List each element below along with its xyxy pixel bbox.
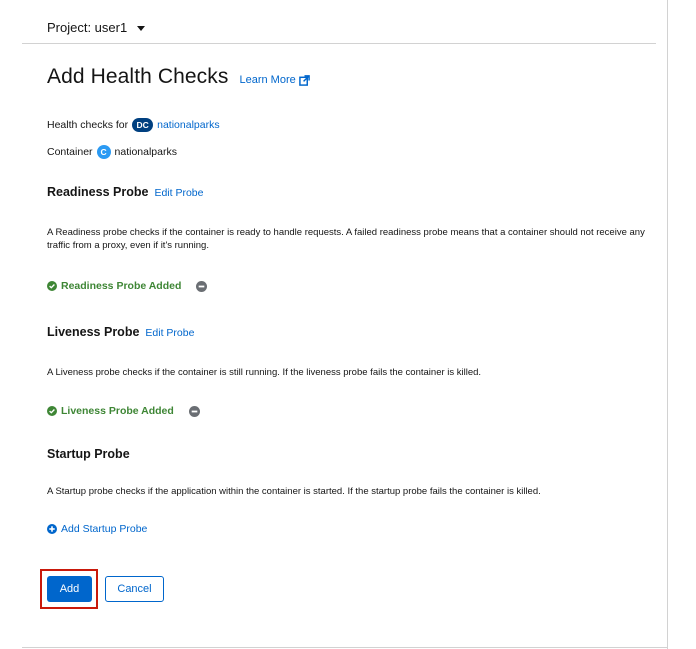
liveness-probe-title: Liveness Probe: [47, 325, 140, 339]
project-divider: [22, 43, 656, 44]
health-checks-for-row: Health checks for DC nationalparks: [47, 118, 220, 132]
liveness-status-label: Liveness Probe Added: [61, 405, 174, 417]
container-badge: C: [96, 145, 111, 159]
check-circle-icon: [47, 406, 57, 416]
learn-more-link[interactable]: Learn More: [239, 74, 310, 86]
caret-down-icon[interactable]: [137, 25, 146, 31]
liveness-probe-header: Liveness Probe Edit Probe: [47, 325, 194, 339]
add-startup-probe-link[interactable]: Add Startup Probe: [47, 523, 147, 535]
liveness-probe-status: Liveness Probe Added: [47, 405, 200, 417]
add-startup-probe-label: Add Startup Probe: [61, 523, 148, 535]
readiness-probe-status: Readiness Probe Added: [47, 280, 208, 292]
container-row: Container C nationalparks: [47, 145, 177, 159]
plus-circle-icon: [47, 524, 57, 534]
page-title: Add Health Checks: [47, 65, 229, 88]
readiness-probe-header: Readiness Probe Edit Probe: [47, 185, 203, 199]
page-header: Add Health Checks Learn More: [47, 65, 310, 89]
minus-circle-icon[interactable]: [196, 280, 208, 292]
container-name: nationalparks: [114, 146, 177, 158]
readiness-probe-description: A Readiness probe checks if the containe…: [47, 227, 645, 251]
minus-circle-icon[interactable]: [188, 405, 200, 417]
startup-probe-header: Startup Probe: [47, 447, 130, 461]
readiness-status-label: Readiness Probe Added: [61, 280, 182, 292]
project-selector[interactable]: Project: user1: [47, 17, 146, 37]
add-button[interactable]: Add: [47, 576, 92, 602]
startup-probe-title: Startup Probe: [47, 447, 130, 461]
check-circle-icon: [47, 281, 57, 291]
liveness-edit-probe-link[interactable]: Edit Probe: [145, 327, 194, 339]
cancel-button[interactable]: Cancel: [105, 576, 164, 602]
container-label: Container: [47, 146, 93, 158]
project-label: Project: user1: [47, 19, 128, 35]
readiness-edit-probe-link[interactable]: Edit Probe: [154, 187, 203, 199]
learn-more-label: Learn More: [239, 74, 296, 86]
health-checks-for-label: Health checks for: [47, 119, 129, 131]
external-link-icon: [298, 74, 310, 86]
resource-link[interactable]: nationalparks: [157, 119, 219, 131]
deployment-config-badge: DC: [132, 118, 154, 132]
readiness-probe-title: Readiness Probe: [47, 185, 149, 199]
panel-bottom-border: [22, 647, 668, 648]
panel-right-border: [667, 0, 668, 649]
startup-probe-description: A Startup probe checks if the applicatio…: [47, 486, 541, 497]
liveness-probe-description: A Liveness probe checks if the container…: [47, 367, 482, 378]
